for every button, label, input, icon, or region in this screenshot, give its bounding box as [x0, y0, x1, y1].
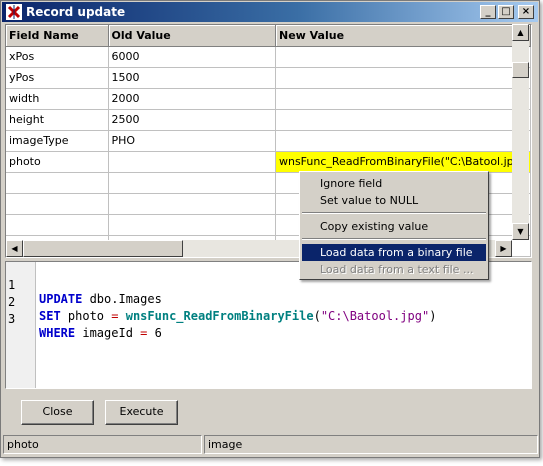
- field-name-cell[interactable]: yPos: [6, 67, 109, 89]
- sql-operator: =: [111, 309, 119, 323]
- sql-line: 2 SET photo = wnsFunc_ReadFromBinaryFile…: [6, 281, 436, 323]
- scroll-left-icon[interactable]: ◀: [6, 240, 23, 257]
- new-value-cell[interactable]: [275, 109, 531, 131]
- field-name-cell[interactable]: photo: [6, 151, 109, 173]
- old-value-cell[interactable]: 2000: [108, 88, 276, 110]
- sql-text: dbo.Images: [82, 292, 162, 306]
- sql-code: SET photo = wnsFunc_ReadFromBinaryFile("…: [39, 309, 436, 323]
- scroll-right-icon[interactable]: ▶: [495, 240, 512, 257]
- column-header-new-value[interactable]: New Value: [275, 25, 531, 47]
- close-window-button[interactable]: ×: [518, 5, 534, 19]
- sql-text: imageId: [75, 326, 141, 340]
- record-update-window: Record update _ □ × Field Name Old Value…: [0, 0, 540, 458]
- status-field: photo: [3, 435, 202, 454]
- scroll-up-icon[interactable]: ▲: [512, 24, 529, 41]
- sql-line: 1 UPDATE dbo.Images: [6, 264, 162, 306]
- minimize-button[interactable]: _: [480, 5, 496, 19]
- new-value-cell[interactable]: [275, 130, 531, 152]
- new-value-cell[interactable]: [275, 67, 531, 89]
- menu-item-load-text: Load data from a text file ...: [320, 263, 474, 276]
- table-row[interactable]: yPos 1500: [6, 67, 531, 89]
- empty-cell[interactable]: [108, 193, 276, 215]
- field-name-cell[interactable]: height: [6, 109, 109, 131]
- window-title: Record update: [26, 5, 126, 19]
- line-number: 3: [8, 312, 16, 326]
- field-name-cell[interactable]: xPos: [6, 46, 109, 68]
- sql-text: ): [429, 309, 437, 323]
- app-icon: [6, 4, 22, 20]
- table-row[interactable]: imageType PHO: [6, 130, 531, 152]
- sql-code: UPDATE dbo.Images: [39, 292, 162, 306]
- empty-cell[interactable]: [6, 193, 109, 215]
- menu-item-ignore-field[interactable]: Ignore field: [302, 175, 486, 192]
- context-menu: Ignore field Set value to NULL Copy exis…: [299, 171, 489, 280]
- sql-keyword: WHERE: [39, 326, 76, 340]
- sql-line: 3 WHERE imageId = 6: [6, 298, 162, 340]
- menu-separator: [302, 238, 486, 240]
- sql-text: photo: [60, 309, 112, 323]
- new-value-editor[interactable]: wnsFunc_ReadFromBinaryFile("C:\Batool.jp…: [275, 151, 531, 173]
- new-value-text: wnsFunc_ReadFromBinaryFile("C:\Batool.jp…: [278, 155, 530, 168]
- sql-string: "C:\Batool.jpg": [320, 309, 430, 323]
- close-button[interactable]: Close: [21, 400, 94, 425]
- sql-text: 6: [147, 326, 162, 340]
- table-row[interactable]: width 2000: [6, 88, 531, 110]
- title-bar: Record update _ □ ×: [2, 2, 538, 22]
- sql-editor[interactable]: 1 UPDATE dbo.Images 2 SET photo = wnsFun…: [5, 261, 532, 389]
- table-row[interactable]: height 2500: [6, 109, 531, 131]
- table-row[interactable]: xPos 6000: [6, 46, 531, 68]
- old-value-cell[interactable]: 1500: [108, 67, 276, 89]
- status-type: image: [204, 435, 538, 454]
- field-name-cell[interactable]: width: [6, 88, 109, 110]
- sql-text: (: [313, 309, 321, 323]
- grid-header-row: Field Name Old Value New Value: [6, 25, 531, 47]
- empty-cell[interactable]: [6, 172, 109, 194]
- maximize-button[interactable]: □: [498, 5, 514, 19]
- menu-separator: [302, 212, 486, 214]
- menu-item-copy-existing[interactable]: Copy existing value: [302, 218, 486, 235]
- menu-item-set-null[interactable]: Set value to NULL: [302, 192, 486, 209]
- old-value-cell[interactable]: 6000: [108, 46, 276, 68]
- new-value-cell[interactable]: [275, 88, 531, 110]
- vertical-scrollbar[interactable]: ▲ ▼: [512, 24, 529, 240]
- old-value-cell[interactable]: 2500: [108, 109, 276, 131]
- vertical-scroll-thumb[interactable]: [512, 62, 529, 78]
- old-value-cell[interactable]: [108, 151, 276, 173]
- new-value-cell[interactable]: [275, 46, 531, 68]
- empty-cell[interactable]: [6, 214, 109, 236]
- table-row[interactable]: photo wnsFunc_ReadFromBinaryFile("C:\Bat…: [6, 151, 531, 173]
- menu-item-load-binary[interactable]: Load data from a binary file ...: [302, 244, 486, 276]
- sql-function: wnsFunc_ReadFromBinaryFile: [125, 309, 314, 323]
- old-value-cell[interactable]: PHO: [108, 130, 276, 152]
- horizontal-scroll-thumb[interactable]: [23, 240, 183, 257]
- column-header-field-name[interactable]: Field Name: [6, 25, 109, 47]
- empty-cell[interactable]: [108, 214, 276, 236]
- scroll-down-icon[interactable]: ▼: [512, 223, 529, 240]
- empty-cell[interactable]: [108, 172, 276, 194]
- sql-code: WHERE imageId = 6: [39, 326, 162, 340]
- execute-button[interactable]: Execute: [105, 400, 178, 425]
- field-name-cell[interactable]: imageType: [6, 130, 109, 152]
- column-header-old-value[interactable]: Old Value: [108, 25, 276, 47]
